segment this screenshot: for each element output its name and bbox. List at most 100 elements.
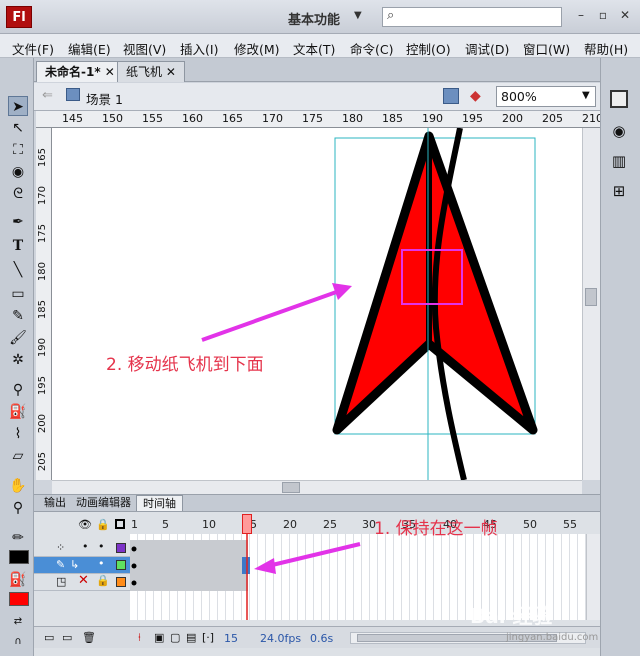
tab-paper-plane[interactable]: 纸飞机 ✕ — [117, 61, 185, 82]
line-tool-icon[interactable]: ╲ — [8, 260, 28, 280]
workspace-switcher[interactable]: 基本功能 — [288, 9, 340, 28]
tab-label: 纸飞机 — [126, 65, 163, 79]
lock-icon[interactable]: 🔒 — [96, 518, 110, 531]
zoom-tool-icon[interactable]: ⚲ — [8, 498, 28, 518]
hidden-x-icon[interactable]: ✕ — [78, 573, 89, 588]
horizontal-scrollbar[interactable] — [52, 480, 582, 494]
current-frame-readout[interactable]: 15 — [224, 632, 238, 645]
layer-color-swatch[interactable] — [116, 577, 126, 587]
back-arrow-icon[interactable]: ⇐ — [42, 88, 53, 103]
onion-skin-icon[interactable]: ▣ — [154, 631, 164, 644]
scrollbar-thumb[interactable] — [585, 288, 597, 306]
search-icon: ⌕ — [387, 8, 395, 23]
timeline-vscroll[interactable] — [586, 534, 600, 620]
stroke-color-icon[interactable]: ✏ — [8, 528, 28, 548]
edit-multiple-frames-icon[interactable]: ▤ — [186, 631, 196, 644]
fps-value: 24.0 — [260, 632, 285, 645]
color-icon[interactable]: ◉ — [610, 122, 628, 140]
anchor-point[interactable] — [334, 427, 340, 433]
lasso-tool-icon[interactable]: ᘓ — [8, 184, 28, 204]
minimize-icon[interactable]: – — [572, 7, 590, 23]
menu-view[interactable]: 视图(V) — [123, 39, 166, 58]
layer-row-selected[interactable]: ✎ ↳ • — [34, 557, 130, 574]
menu-window[interactable]: 窗口(W) — [523, 39, 570, 58]
new-folder-icon[interactable]: ▭ — [62, 631, 72, 644]
properties-icon[interactable] — [610, 90, 628, 108]
frame-span-layer[interactable] — [130, 557, 248, 574]
free-transform-tool-icon[interactable]: ⛶ — [8, 140, 28, 160]
stage-drawing[interactable] — [52, 128, 582, 480]
close-icon[interactable]: ✕ — [166, 65, 176, 79]
eyedropper-tool-icon[interactable]: ⌇ — [8, 424, 28, 444]
close-icon[interactable]: ✕ — [616, 7, 634, 23]
frame-span-bg[interactable] — [130, 574, 248, 591]
close-icon[interactable]: ✕ — [105, 65, 115, 79]
stroke-color-swatch[interactable] — [9, 550, 29, 564]
snap-icon[interactable]: ∩ — [8, 632, 28, 652]
selection-tool-icon[interactable]: ➤ — [8, 96, 28, 116]
frame-number: 10 — [202, 518, 216, 531]
stage-canvas[interactable]: 2. 移动纸飞机到下面 — [52, 128, 582, 480]
fps-readout[interactable]: 24.0fps — [260, 632, 301, 645]
text-tool-icon[interactable]: T — [8, 236, 28, 256]
new-layer-icon[interactable]: ▭ — [44, 631, 54, 644]
3d-rotation-tool-icon[interactable]: ◉ — [8, 162, 28, 182]
menu-modify[interactable]: 修改(M) — [234, 39, 280, 58]
onion-outline-icon[interactable]: ▢ — [170, 631, 180, 644]
layer-row-guide[interactable]: ⁘ • • — [34, 540, 130, 557]
chevron-down-icon[interactable]: ▼ — [582, 90, 590, 101]
zoom-value: 800% — [501, 89, 537, 104]
scene-label[interactable]: 场景 1 — [86, 89, 123, 108]
center-frame-icon[interactable]: ⍿ — [138, 631, 141, 645]
eraser-tool-icon[interactable]: ▱ — [8, 446, 28, 466]
playhead-handle[interactable] — [242, 514, 252, 534]
swap-colors-icon[interactable]: ⇄ — [8, 612, 28, 632]
pen-tool-icon[interactable]: ✒ — [8, 212, 28, 232]
menu-edit[interactable]: 编辑(E) — [68, 39, 111, 58]
tab-timeline[interactable]: 时间轴 — [136, 495, 183, 511]
outline-icon[interactable] — [115, 519, 125, 529]
fill-color-swatch[interactable] — [9, 592, 29, 606]
deco-tool-icon[interactable]: ✲ — [8, 350, 28, 370]
vertical-scrollbar[interactable] — [582, 128, 600, 480]
menu-debug[interactable]: 调试(D) — [465, 39, 509, 58]
anchor-point[interactable] — [530, 427, 536, 433]
search-input[interactable] — [382, 7, 562, 27]
layer-color-swatch[interactable] — [116, 560, 126, 570]
chevron-down-icon[interactable]: ▼ — [354, 10, 362, 21]
brush-tool-icon[interactable]: 🖌 — [8, 328, 28, 348]
trash-icon[interactable]: 🗑 — [82, 631, 96, 644]
fill-color-icon[interactable]: ⛽ — [8, 570, 28, 590]
modify-markers-icon[interactable]: [·] — [202, 631, 214, 644]
library-icon[interactable]: ▥ — [610, 152, 628, 170]
pencil-tool-icon[interactable]: ✎ — [8, 306, 28, 326]
tab-output[interactable]: 输出 — [38, 495, 72, 511]
zoom-select[interactable]: 800% — [496, 86, 596, 107]
menu-text[interactable]: 文本(T) — [293, 39, 335, 58]
align-icon[interactable]: ⊞ — [610, 182, 628, 200]
subselection-tool-icon[interactable]: ↖ — [8, 118, 28, 138]
selected-frame[interactable] — [242, 557, 250, 574]
hand-tool-icon[interactable]: ✋ — [8, 476, 28, 496]
menu-control[interactable]: 控制(O) — [406, 39, 451, 58]
frame-span-guide[interactable] — [130, 540, 248, 557]
layer-color-swatch[interactable] — [116, 543, 126, 553]
rectangle-tool-icon[interactable]: ▭ — [8, 284, 28, 304]
menu-insert[interactable]: 插入(I) — [180, 39, 218, 58]
ruler-label: 200 — [502, 112, 523, 125]
tab-motion-editor[interactable]: 动画编辑器 — [70, 495, 137, 511]
watermark-url: jingyan.baidu.com — [506, 632, 599, 643]
lock-icon[interactable]: 🔒 — [96, 574, 110, 587]
edit-symbols-icon[interactable]: ◆ — [470, 88, 488, 104]
menu-help[interactable]: 帮助(H) — [584, 39, 628, 58]
bone-tool-icon[interactable]: ⚲ — [8, 380, 28, 400]
menu-file[interactable]: 文件(F) — [12, 39, 54, 58]
restore-icon[interactable]: ▫ — [594, 7, 612, 23]
edit-scene-icon[interactable] — [443, 88, 459, 104]
paint-bucket-tool-icon[interactable]: ⛽ — [8, 402, 28, 422]
layer-row-bg[interactable]: ◳ ✕ 🔒 — [34, 573, 130, 591]
eye-icon[interactable]: 👁 — [78, 518, 92, 531]
menu-commands[interactable]: 命令(C) — [350, 39, 393, 58]
tab-untitled-1[interactable]: 未命名-1* ✕ — [36, 61, 124, 82]
scrollbar-thumb[interactable] — [282, 482, 300, 493]
